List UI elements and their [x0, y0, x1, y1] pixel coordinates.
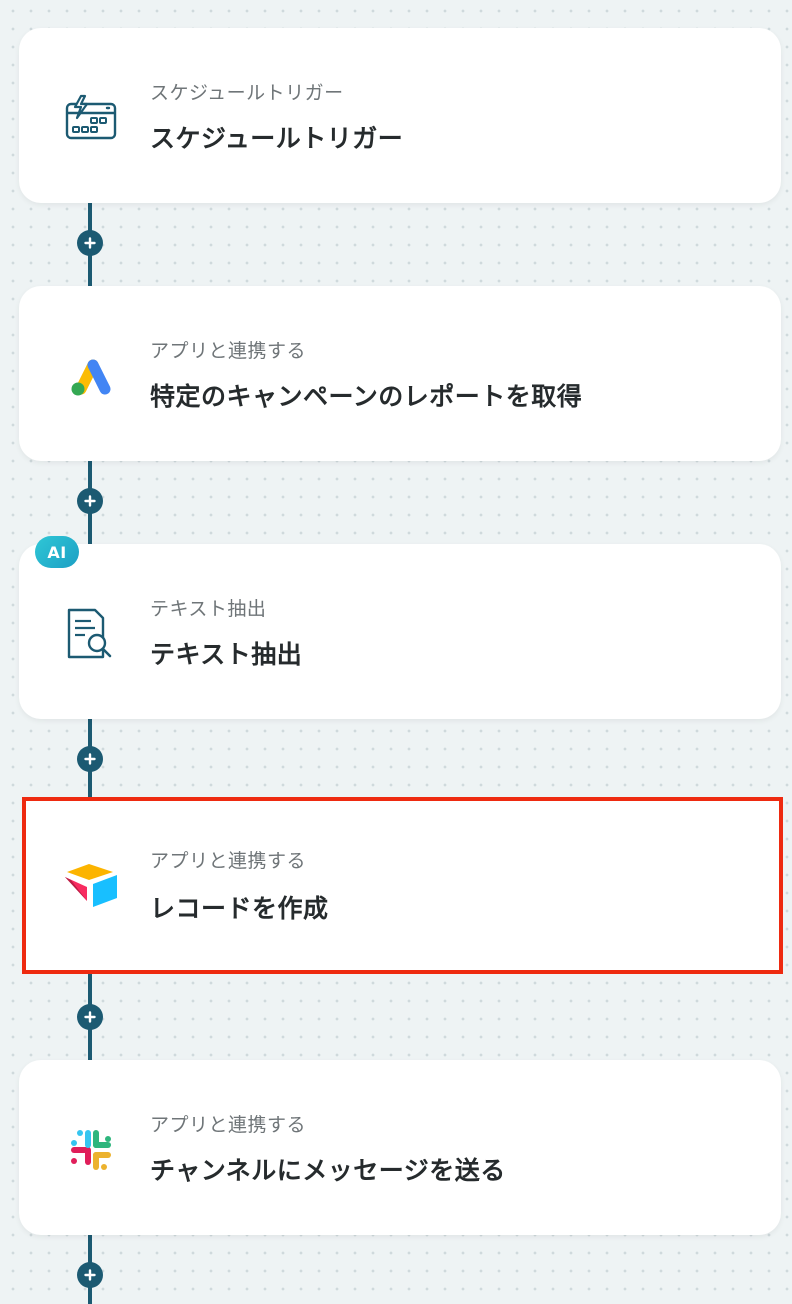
workflow-canvas: スケジュールトリガー スケジュールトリガー アプリと連携する 特定のキャンペーン… [0, 0, 792, 1304]
step-card-text-extract[interactable]: AI テキスト抽出 テキスト抽出 [19, 536, 781, 719]
document-search-icon [63, 606, 119, 662]
google-ads-icon [63, 348, 119, 404]
step-card-schedule-trigger[interactable]: スケジュールトリガー スケジュールトリガー [19, 28, 781, 203]
plus-icon [84, 237, 96, 249]
step-title: スケジュールトリガー [150, 124, 404, 153]
calendar-lightning-icon [63, 90, 119, 146]
step-card-google-ads[interactable]: アプリと連携する 特定のキャンペーンのレポートを取得 [19, 286, 781, 461]
add-step-button[interactable] [77, 488, 103, 514]
plus-icon [84, 1011, 96, 1023]
plus-icon [84, 495, 96, 507]
add-step-button[interactable] [77, 746, 103, 772]
step-title: テキスト抽出 [150, 640, 303, 669]
step-title: 特定のキャンペーンのレポートを取得 [150, 382, 583, 411]
plus-icon [84, 1269, 96, 1281]
step-title: レコードを作成 [150, 894, 329, 923]
step-subtitle: アプリと連携する [150, 850, 307, 872]
step-title: チャンネルにメッセージを送る [150, 1156, 506, 1185]
step-subtitle: テキスト抽出 [150, 598, 267, 620]
step-card-airtable[interactable]: アプリと連携する レコードを作成 [22, 797, 783, 974]
ai-badge: AI [35, 536, 79, 568]
airtable-icon [63, 857, 119, 913]
step-subtitle: アプリと連携する [150, 340, 307, 362]
step-subtitle: アプリと連携する [150, 1114, 307, 1136]
add-step-button[interactable] [77, 230, 103, 256]
add-step-button[interactable] [77, 1004, 103, 1030]
step-subtitle: スケジュールトリガー [150, 82, 344, 104]
plus-icon [84, 753, 96, 765]
slack-icon [63, 1122, 119, 1178]
add-step-button[interactable] [77, 1262, 103, 1288]
step-card-slack[interactable]: アプリと連携する チャンネルにメッセージを送る [19, 1060, 781, 1235]
